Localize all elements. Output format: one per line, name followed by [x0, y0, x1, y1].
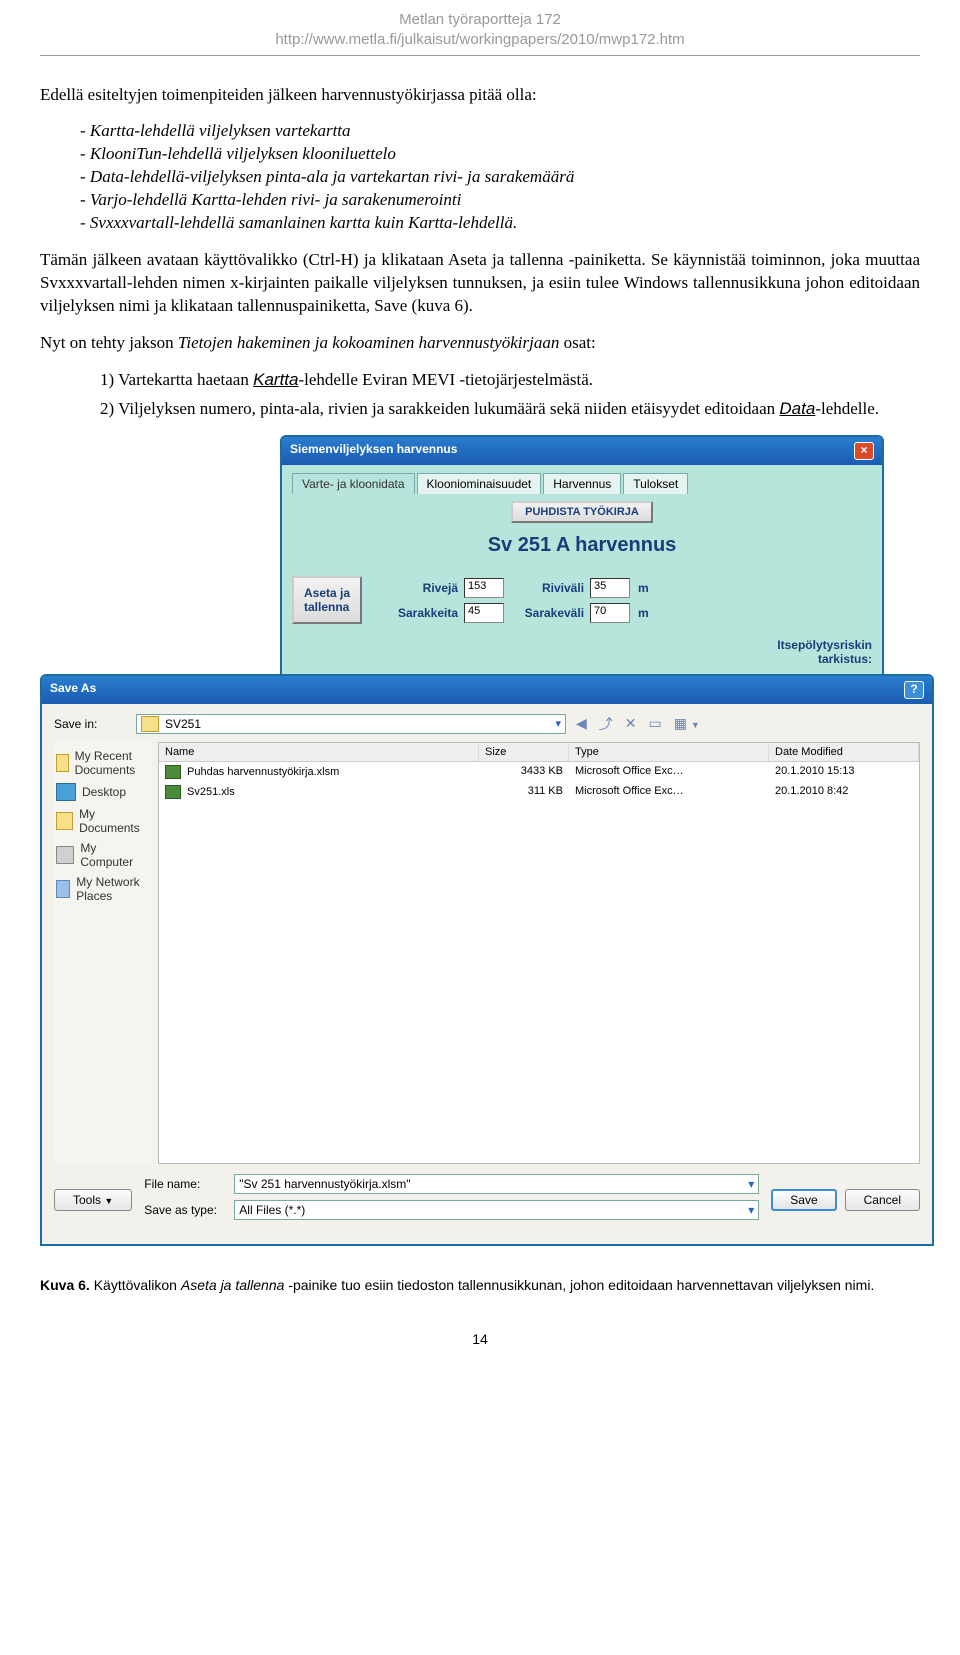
back-icon[interactable]: ◀ [576, 715, 587, 732]
rows-value[interactable]: 153 [464, 578, 504, 598]
bullet-item: - Varjo-lehdellä Kartta-lehden rivi- ja … [100, 189, 920, 212]
page-number: 14 [40, 1331, 920, 1347]
rows-label: Rivejä [384, 581, 458, 595]
filename-label: File name: [144, 1177, 234, 1191]
place-mydocs[interactable]: My Documents [56, 804, 146, 838]
app-titlebar[interactable]: Siemenviljelyksen harvennus × [282, 437, 882, 465]
doc-title: Metlan työraportteja 172 [40, 10, 920, 30]
status-text: Itsepölytysriskin tarkistus: [292, 638, 872, 666]
numbered-item: 2) Viljelyksen numero, pinta-ala, rivien… [100, 398, 920, 421]
paragraph-3-lead: Nyt on tehty jakson Tietojen hakeminen j… [40, 332, 920, 355]
save-button[interactable]: Save [771, 1189, 836, 1211]
file-row[interactable]: Puhdas harvennustyökirja.xlsm 3433 KB Mi… [159, 762, 919, 782]
tab-varte[interactable]: Varte- ja kloonidata [292, 473, 415, 494]
col-size[interactable]: Size [479, 743, 569, 761]
desktop-icon [56, 783, 76, 801]
cols-value[interactable]: 45 [464, 603, 504, 623]
col-type[interactable]: Type [569, 743, 769, 761]
help-icon[interactable]: ? [904, 681, 924, 699]
paragraph-lead: Edellä esiteltyjen toimenpiteiden jälkee… [40, 84, 920, 107]
save-as-dialog: Save As ? Save in: SV251 ▾ ◀ ⤴ ✕ ▭ ▦ ▼ [40, 674, 934, 1246]
savein-combo[interactable]: SV251 ▾ [136, 714, 566, 734]
chevron-down-icon[interactable]: ▾ [748, 1203, 754, 1217]
place-network[interactable]: My Network Places [56, 872, 146, 906]
tab-harvennus[interactable]: Harvennus [543, 473, 621, 494]
bullet-item: - Svxxxvartall-lehdellä samanlainen kart… [100, 212, 920, 235]
col-date[interactable]: Date Modified [769, 743, 919, 761]
rowgap-label: Riviväli [510, 581, 584, 595]
saveas-toolbar: ◀ ⤴ ✕ ▭ ▦ ▼ [576, 714, 700, 734]
file-list-header[interactable]: Name Size Type Date Modified [159, 743, 919, 762]
savetype-label: Save as type: [144, 1203, 234, 1217]
saveas-title: Save As [50, 681, 96, 699]
cancel-button[interactable]: Cancel [845, 1189, 920, 1211]
cols-label: Sarakkeita [384, 606, 458, 620]
place-desktop[interactable]: Desktop [56, 780, 146, 804]
app-heading: Sv 251 A harvennus [292, 534, 872, 557]
savein-folder: SV251 [165, 717, 201, 731]
chevron-down-icon: ▼ [104, 1196, 113, 1206]
app-title: Siemenviljelyksen harvennus [290, 442, 457, 460]
views-icon[interactable]: ▦ ▼ [674, 715, 700, 732]
rowgap-value[interactable]: 35 [590, 578, 630, 598]
new-folder-icon[interactable]: ▭ [649, 715, 662, 732]
doc-header: Metlan työraportteja 172 http://www.metl… [40, 10, 920, 55]
excel-icon [165, 765, 181, 779]
delete-icon[interactable]: ✕ [625, 715, 637, 732]
app-window: Siemenviljelyksen harvennus × Varte- ja … [280, 435, 884, 676]
place-recent[interactable]: My Recent Documents [56, 746, 146, 780]
up-icon[interactable]: ⤴ [599, 714, 613, 734]
bullet-item: - Kartta-lehdellä viljelyksen vartekartt… [100, 120, 920, 143]
numbered-item: 1) Vartekartta haetaan Kartta-lehdelle E… [100, 369, 920, 392]
header-rule [40, 55, 920, 56]
paragraph-2: Tämän jälkeen avataan käyttövalikko (Ctr… [40, 249, 920, 318]
figure-caption: Kuva 6. Käyttövalikon Aseta ja tallenna … [40, 1276, 920, 1296]
chevron-down-icon[interactable]: ▾ [748, 1177, 754, 1191]
folder-icon [56, 754, 69, 772]
colgap-label: Sarakeväli [510, 606, 584, 620]
filename-input[interactable]: "Sv 251 harvennustyökirja.xlsm" ▾ [234, 1174, 759, 1194]
unit-m: m [638, 606, 649, 620]
chevron-down-icon[interactable]: ▾ [555, 717, 561, 730]
folder-icon [56, 812, 73, 830]
tools-button[interactable]: Tools ▼ [54, 1189, 132, 1211]
folder-icon [141, 716, 159, 732]
saveas-titlebar[interactable]: Save As ? [42, 676, 932, 704]
savetype-combo[interactable]: All Files (*.*) ▾ [234, 1200, 759, 1220]
file-row[interactable]: Sv251.xls 311 KB Microsoft Office Exc… 2… [159, 782, 919, 802]
places-bar: My Recent Documents Desktop My Documents… [54, 742, 152, 1164]
tab-strip: Varte- ja kloonidata Klooniominaisuudet … [292, 473, 872, 494]
file-list[interactable]: Name Size Type Date Modified Puhdas harv… [158, 742, 920, 1164]
colgap-value[interactable]: 70 [590, 603, 630, 623]
doc-url: http://www.metla.fi/julkaisut/workingpap… [40, 30, 920, 50]
col-name[interactable]: Name [159, 743, 479, 761]
aseta-tallenna-button[interactable]: Aseta ja tallenna [292, 576, 362, 624]
excel-icon [165, 785, 181, 799]
puhdista-button[interactable]: PUHDISTA TYÖKIRJA [511, 501, 653, 523]
bullet-item: - Data-lehdellä-viljelyksen pinta-ala ja… [100, 166, 920, 189]
tab-klooni[interactable]: Klooniominaisuudet [417, 473, 542, 494]
network-icon [56, 880, 70, 898]
computer-icon [56, 846, 74, 864]
tab-tulokset[interactable]: Tulokset [623, 473, 688, 494]
place-mycomputer[interactable]: My Computer [56, 838, 146, 872]
close-icon[interactable]: × [854, 442, 874, 460]
savein-label: Save in: [54, 717, 126, 731]
unit-m: m [638, 581, 649, 595]
bullet-item: - KlooniTun-lehdellä viljelyksen kloonil… [100, 143, 920, 166]
